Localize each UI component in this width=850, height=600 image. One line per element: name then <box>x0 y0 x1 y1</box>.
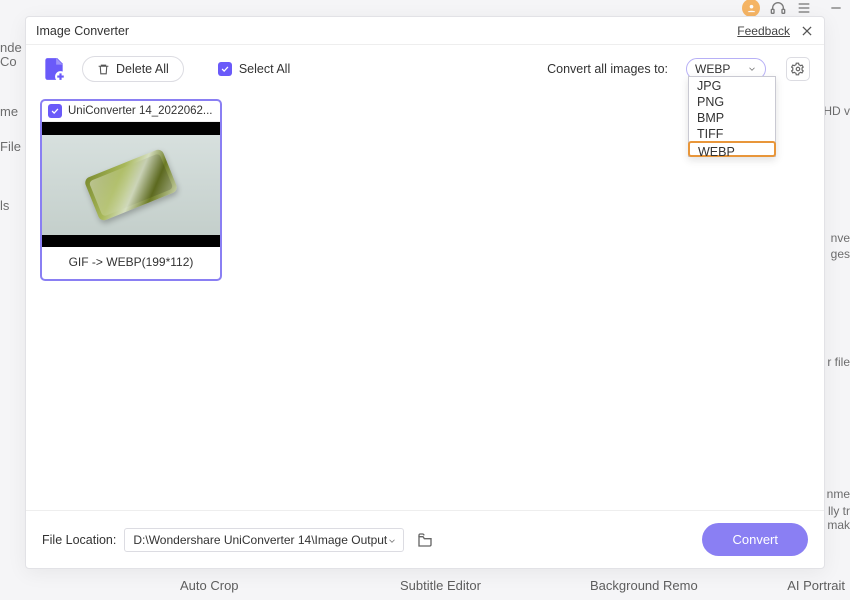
dropdown-option-webp[interactable]: WEBP <box>688 141 776 157</box>
bg-text: mak <box>827 518 850 532</box>
bg-text: Co <box>0 54 17 69</box>
dropdown-option-bmp[interactable]: BMP <box>689 109 775 125</box>
image-conversion-info: GIF -> WEBP(199*112) <box>42 247 220 279</box>
bg-tool-subtitle: Subtitle Editor <box>400 578 481 593</box>
avatar[interactable] <box>742 0 760 17</box>
file-plus-icon <box>41 56 67 82</box>
dialog-titlebar: Image Converter Feedback <box>26 17 824 45</box>
gear-icon <box>791 62 805 76</box>
dropdown-option-jpg[interactable]: JPG <box>689 77 775 93</box>
select-all-checkbox[interactable]: Select All <box>218 62 290 76</box>
delete-all-label: Delete All <box>116 62 169 76</box>
image-converter-dialog: Image Converter Feedback Delete All Sele… <box>25 16 825 569</box>
delete-all-button[interactable]: Delete All <box>82 56 184 82</box>
image-card-checkbox[interactable] <box>48 104 62 118</box>
check-icon <box>50 106 60 116</box>
trash-icon <box>97 63 110 76</box>
settings-button[interactable] <box>786 57 810 81</box>
select-all-label: Select All <box>239 62 290 76</box>
image-filename: UniConverter 14_2022062... <box>68 105 214 117</box>
open-folder-button[interactable] <box>416 532 434 548</box>
file-location-path: D:\Wondershare UniConverter 14\Image Out… <box>133 533 387 547</box>
dialog-title: Image Converter <box>36 24 129 38</box>
convert-to-label: Convert all images to: <box>547 62 668 76</box>
bg-text: HD v <box>823 104 850 118</box>
file-location-select[interactable]: D:\Wondershare UniConverter 14\Image Out… <box>124 528 404 552</box>
bg-text: ls <box>0 198 9 213</box>
close-icon[interactable] <box>800 24 814 38</box>
bg-text: ges <box>831 247 850 261</box>
feedback-link[interactable]: Feedback <box>737 24 790 38</box>
bg-text: nve <box>831 231 850 245</box>
bg-text: lly tr <box>828 504 850 518</box>
dropdown-option-png[interactable]: PNG <box>689 93 775 109</box>
dialog-footer: File Location: D:\Wondershare UniConvert… <box>26 510 824 568</box>
image-card[interactable]: UniConverter 14_2022062... GIF -> WEBP(1… <box>40 99 222 281</box>
bg-text: me <box>0 104 18 119</box>
add-file-button[interactable] <box>40 55 68 83</box>
bg-text: nme <box>827 487 850 501</box>
app-topbar-background <box>0 0 850 16</box>
minimize-icon[interactable] <box>828 0 844 16</box>
bg-text: File <box>0 139 21 154</box>
image-thumbnail <box>42 122 220 247</box>
format-selected-value: WEBP <box>695 62 730 76</box>
file-location-label: File Location: <box>42 533 116 547</box>
bg-text: nde <box>0 40 22 55</box>
mineral-graphic <box>83 147 178 221</box>
convert-button[interactable]: Convert <box>702 523 808 556</box>
headset-icon[interactable] <box>770 0 786 16</box>
format-dropdown: JPG PNG BMP TIFF WEBP <box>688 76 776 157</box>
bg-text: r file <box>827 355 850 369</box>
chevron-down-icon <box>747 64 757 74</box>
bg-tool-autocrop: Auto Crop <box>180 578 239 593</box>
bg-tool-bgremove: Background Remo <box>590 578 698 593</box>
image-card-header: UniConverter 14_2022062... <box>42 101 220 122</box>
dropdown-option-tiff[interactable]: TIFF <box>689 125 775 141</box>
checkbox-checked-icon <box>218 62 232 76</box>
bg-tool-aiportrait: AI Portrait <box>787 578 845 593</box>
hamburger-icon[interactable] <box>796 0 812 16</box>
chevron-down-icon <box>387 536 397 546</box>
